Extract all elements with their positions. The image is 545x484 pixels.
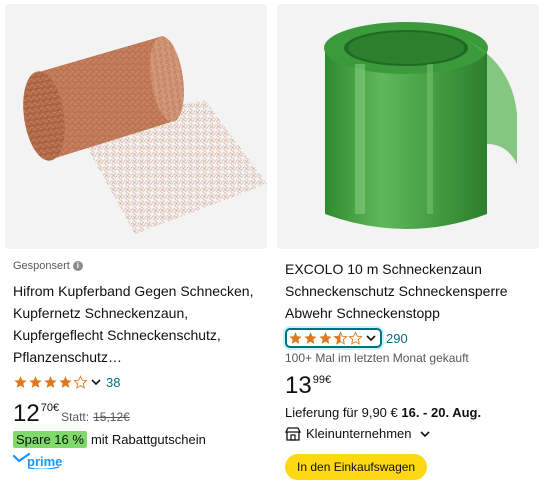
delivery-info: Lieferung für 9,90 € 16. - 20. Aug. [285, 405, 533, 420]
star-full-icon [14, 376, 27, 388]
product-card[interactable]: Gesponsert i Hifrom Kupferband Gegen Sch… [5, 4, 267, 484]
star-full-icon [29, 376, 42, 388]
price-currency: € [52, 402, 60, 414]
price-currency: € [324, 374, 332, 386]
sponsored-text: Gesponsert [13, 260, 70, 272]
product-image[interactable] [277, 4, 539, 249]
price[interactable]: 13 99 € [285, 373, 533, 399]
price-fraction: 99 [312, 374, 325, 386]
price-whole: 12 [13, 400, 40, 427]
delivery-date: 16. - 20. Aug. [401, 405, 482, 420]
savings-badge: Spare 16 % [13, 431, 87, 448]
info-icon[interactable]: i [72, 261, 83, 271]
rating-row[interactable]: 290 [285, 327, 533, 349]
chevron-down-icon [366, 335, 376, 342]
small-business-badge[interactable]: Kleinunternehmen [285, 426, 533, 441]
star-empty-icon [73, 375, 88, 389]
rating-count-link[interactable]: 38 [106, 375, 120, 390]
star-half-icon [333, 331, 348, 345]
product-title[interactable]: EXCOLO 10 m Schneckenzaun Schneckenschut… [285, 258, 533, 324]
rating-count-link[interactable]: 290 [386, 331, 408, 346]
star-empty-icon [348, 331, 363, 345]
star-full-icon [59, 376, 72, 388]
bought-count: 100+ Mal im letzten Monat gekauft [285, 351, 469, 365]
store-icon [285, 426, 301, 441]
star-full-icon [304, 332, 317, 344]
chevron-down-icon [91, 379, 101, 386]
price[interactable]: 12 70 € Statt: 15,12€ [13, 401, 261, 427]
sponsored-label[interactable]: Gesponsert i [13, 258, 261, 274]
was-label: Statt: [61, 410, 90, 424]
was-price-value: 15,12€ [93, 410, 130, 424]
star-full-icon [289, 332, 302, 344]
delivery-prefix: Lieferung für 9,90 € [285, 405, 398, 420]
star-rating[interactable] [13, 375, 102, 389]
coupon-row: Spare 16 % mit Rabattgutschein [13, 431, 261, 448]
add-to-cart-button[interactable]: In den Einkaufswagen [285, 454, 428, 480]
star-rating[interactable] [285, 328, 382, 348]
star-full-icon [44, 376, 57, 388]
prime-badge: prime [13, 452, 261, 470]
product-card[interactable]: EXCOLO 10 m Schneckenzaun Schneckenschut… [277, 4, 539, 484]
star-full-icon [319, 332, 332, 344]
coupon-text: mit Rabattgutschein [90, 432, 206, 447]
chevron-down-icon [419, 430, 430, 437]
price-fraction: 70 [40, 402, 53, 414]
was-price: Statt: 15,12€ [61, 410, 130, 424]
product-image[interactable] [5, 4, 267, 249]
rating-row[interactable]: 38 [13, 371, 261, 393]
price-whole: 13 [285, 372, 312, 399]
product-title[interactable]: Hifrom Kupferband Gegen Schnecken, Kupfe… [13, 280, 261, 368]
small-business-label: Kleinunternehmen [306, 426, 412, 441]
